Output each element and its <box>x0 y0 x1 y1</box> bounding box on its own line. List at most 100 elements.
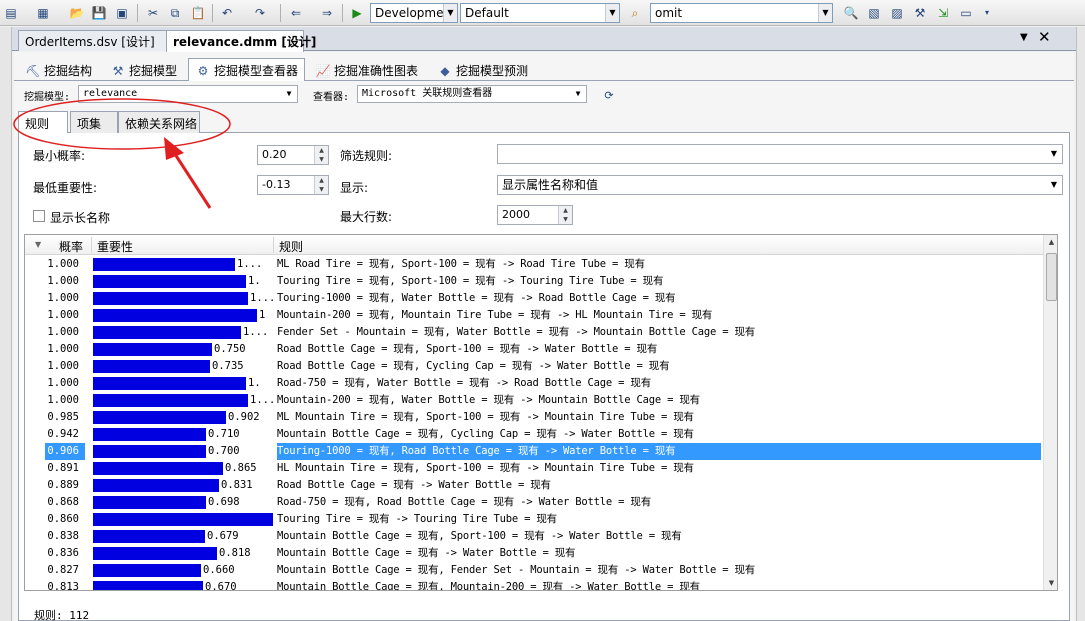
viewer-select[interactable]: Microsoft 关联规则查看器 ▼ <box>357 85 587 103</box>
spin-up-icon[interactable]: ▲ <box>315 146 328 155</box>
doc-tab-orderitems-dsv[interactable]: OrderItems.dsv [设计] <box>18 30 168 51</box>
max-rows-spinner[interactable]: ▲ ▼ <box>558 206 572 224</box>
solution-platform-combo[interactable]: Default ▼ <box>460 3 620 23</box>
table-row[interactable]: 0.891 0.865 HL Mountain Tire = 现有, Sport-1… <box>25 460 1043 477</box>
tab-rules[interactable]: 规则 <box>18 111 68 134</box>
doc-tab-relevance-dmm[interactable]: relevance.dmm [设计] <box>166 30 316 52</box>
table-row[interactable]: 0.985 0.902 ML Mountain Tire = 现有, Sport-1… <box>25 409 1043 426</box>
toolbox-icon[interactable]: ⚒ <box>911 4 929 22</box>
rule-cell: HL Mountain Tire = 现有, Sport-100 = 现有 ->… <box>277 462 694 474</box>
chevron-down-icon[interactable]: ▼ <box>281 86 297 102</box>
table-row[interactable]: 1.000 1... Touring-1000 = 现有, Water Bottle… <box>25 290 1043 307</box>
navigate-backward-icon[interactable]: ⇐ <box>287 4 305 22</box>
table-row[interactable]: 0.906 0.700 Touring-1000 = 现有, Road Bottle… <box>25 443 1043 460</box>
process-icon[interactable]: ⇲ <box>934 4 952 22</box>
display-select[interactable]: 显示属性名称和值 ▼ <box>497 175 1063 195</box>
grid-vertical-scrollbar[interactable]: ▲ ▼ <box>1043 235 1057 590</box>
undo-icon[interactable]: ↶ <box>218 4 236 22</box>
save-icon[interactable]: 💾 <box>90 4 108 22</box>
table-row[interactable]: 1.000 1... Fender Set - Mountain = 现有, Wat… <box>25 324 1043 341</box>
scrollbar-thumb[interactable] <box>1046 253 1057 301</box>
chevron-down-icon[interactable]: ▼ <box>605 4 619 22</box>
navigate-forward-icon[interactable]: ⇒ <box>318 4 336 22</box>
find-combo[interactable]: omit ▼ <box>650 3 833 23</box>
sort-indicator-icon[interactable]: ▼ <box>35 240 41 249</box>
tab-mining-accuracy-chart[interactable]: 📈 挖掘准确性图表 <box>308 58 425 81</box>
chevron-down-icon[interactable]: ▼ <box>818 4 832 22</box>
scroll-down-icon[interactable]: ▼ <box>1044 576 1057 590</box>
spin-up-icon[interactable]: ▲ <box>315 176 328 185</box>
rule-cell: Mountain Bottle Cage = 现有 -> Water Bottl… <box>277 547 576 559</box>
window-icon[interactable]: ▭ <box>957 4 975 22</box>
tab-mining-models[interactable]: ⚒ 挖掘模型 <box>103 58 184 81</box>
new-project-icon[interactable]: ▦ <box>34 4 52 22</box>
tab-mining-model-viewer[interactable]: ⚙ 挖掘模型查看器 <box>188 58 306 81</box>
find-in-files-icon[interactable]: ⌕ <box>626 4 644 22</box>
table-row[interactable]: 1.000 1. Touring Tire = 现有, Sport-100 = 现有… <box>25 273 1043 290</box>
scroll-up-icon[interactable]: ▲ <box>1044 235 1057 250</box>
table-row[interactable]: 0.838 0.679 Mountain Bottle Cage = 现有, Spo… <box>25 528 1043 545</box>
table-row[interactable]: 1.000 1 Mountain-200 = 现有, Mountain Tire T… <box>25 307 1043 324</box>
table-row[interactable]: 0.813 0.670 Mountain Bottle Cage = 现有, Mou… <box>25 579 1043 590</box>
spin-down-icon[interactable]: ▼ <box>315 185 328 194</box>
table-row[interactable]: 0.868 0.698 Road-750 = 现有, Road Bottle Cag… <box>25 494 1043 511</box>
table-row[interactable]: 0.942 0.710 Mountain Bottle Cage = 现有, Cyc… <box>25 426 1043 443</box>
cut-icon[interactable]: ✂ <box>144 4 162 22</box>
min-probability-spinner[interactable]: ▲ ▼ <box>314 146 328 164</box>
table-row[interactable]: 0.889 0.831 Road Bottle Cage = 现有 -> Water… <box>25 477 1043 494</box>
solution-explorer-icon[interactable]: ▤ <box>2 4 20 22</box>
min-probability-input[interactable]: 0.20 ▲ ▼ <box>257 145 329 165</box>
spin-down-icon[interactable]: ▼ <box>315 155 328 164</box>
min-importance-spinner[interactable]: ▲ ▼ <box>314 176 328 194</box>
table-row[interactable]: 1.000 0.750 Road Bottle Cage = 现有, Sport-1… <box>25 341 1043 358</box>
open-folder-icon[interactable]: 📂 <box>68 4 86 22</box>
properties-icon[interactable]: ▧ <box>865 4 883 22</box>
solution-config-combo[interactable]: Developmer ▼ <box>370 3 458 23</box>
save-all-icon[interactable]: ▣ <box>113 4 131 22</box>
solution-platform-value: Default <box>465 6 509 20</box>
spin-down-icon[interactable]: ▼ <box>559 215 572 224</box>
redo-icon[interactable]: ↷ <box>251 4 269 22</box>
refresh-viewer-icon[interactable]: ⟳ <box>600 87 618 105</box>
chevron-down-icon[interactable]: ▼ <box>1046 176 1062 194</box>
column-header-importance[interactable]: 重要性 <box>97 238 133 255</box>
object-browser-icon[interactable]: ▨ <box>888 4 906 22</box>
tab-mining-structure[interactable]: ⛏ 挖掘结构 <box>18 58 99 81</box>
start-debug-icon[interactable]: ▶ <box>348 4 366 22</box>
paste-icon[interactable]: 📋 <box>189 4 207 22</box>
show-long-names-checkbox[interactable] <box>33 210 45 222</box>
table-row[interactable]: 0.836 0.818 Mountain Bottle Cage = 现有 -> W… <box>25 545 1043 562</box>
importance-bar <box>93 275 246 288</box>
chevron-down-icon[interactable]: ▼ <box>443 4 457 22</box>
find-icon[interactable]: 🔍 <box>842 4 860 22</box>
table-row[interactable]: 1.000 1... Mountain-200 = 现有, Water Bottle… <box>25 392 1043 409</box>
rule-cell: ML Road Tire = 现有, Sport-100 = 现有 -> Roa… <box>277 258 645 270</box>
tab-mining-model-prediction[interactable]: ◆ 挖掘模型预测 <box>430 58 535 81</box>
table-row[interactable]: 1.000 1... ML Road Tire = 现有, Sport-100 = … <box>25 256 1043 273</box>
tab-list-dropdown-icon[interactable]: ▼ <box>1020 32 1028 43</box>
toolbar-overflow-icon[interactable]: ▾ <box>978 4 996 22</box>
rules-grid: ▼ 概率 重要性 规则 1.000 1... ML Road Tire = 现有, … <box>24 234 1058 591</box>
max-rows-input[interactable]: 2000 ▲ ▼ <box>497 205 573 225</box>
spin-up-icon[interactable]: ▲ <box>559 206 572 215</box>
column-header-rule[interactable]: 规则 <box>279 238 303 255</box>
table-row[interactable]: 0.860 Touring Tire = 现有 -> Touring Tire T… <box>25 511 1043 528</box>
table-row[interactable]: 1.000 1. Road-750 = 现有, Water Bottle = 现有 … <box>25 375 1043 392</box>
table-row[interactable]: 0.827 0.660 Mountain Bottle Cage = 现有, Fen… <box>25 562 1043 579</box>
mining-model-select[interactable]: relevance ▼ <box>78 85 298 103</box>
tab-dependency-network[interactable]: 依赖关系网络 <box>118 111 200 133</box>
filter-rules-input[interactable]: ▼ <box>497 144 1063 164</box>
chevron-down-icon[interactable]: ▼ <box>1046 145 1062 163</box>
rule-cell: Road-750 = 现有, Water Bottle = 现有 -> Road… <box>277 377 651 389</box>
chevron-down-icon[interactable]: ▼ <box>570 86 586 102</box>
copy-icon[interactable]: ⧉ <box>166 4 184 22</box>
tab-itemsets[interactable]: 项集 <box>70 111 118 133</box>
column-header-probability[interactable]: 概率 <box>59 238 83 255</box>
doc-tab-label: OrderItems.dsv [设计] <box>25 35 155 49</box>
right-tool-strip <box>1076 27 1085 621</box>
rule-cell: Mountain Bottle Cage = 现有, Sport-100 = 现… <box>277 530 682 542</box>
close-icon[interactable]: ✕ <box>1038 28 1051 46</box>
table-row[interactable]: 1.000 0.735 Road Bottle Cage = 现有, Cycling… <box>25 358 1043 375</box>
min-importance-input[interactable]: -0.13 ▲ ▼ <box>257 175 329 195</box>
rules-grid-header: ▼ 概率 重要性 规则 <box>25 235 1043 255</box>
